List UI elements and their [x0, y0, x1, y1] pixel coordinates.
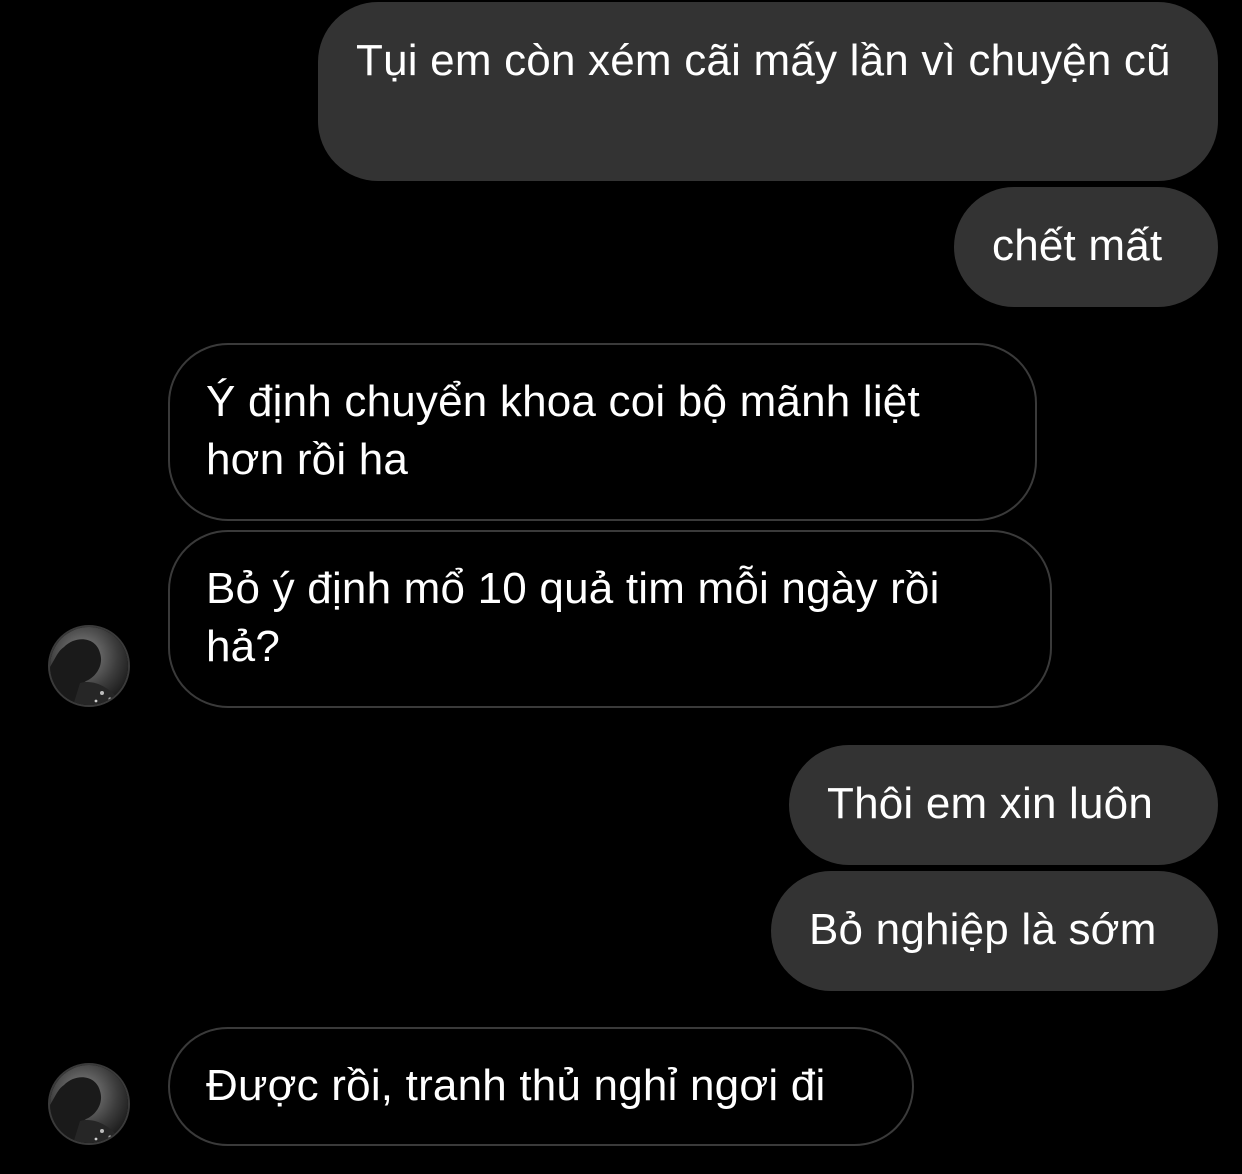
message-text: Bỏ nghiệp là sớm: [809, 905, 1157, 954]
received-message-bubble[interactable]: Ý định chuyển khoa coi bộ mãnh liệt hơn …: [168, 343, 1037, 521]
sent-message-bubble[interactable]: Thôi em xin luôn: [789, 745, 1218, 865]
contact-avatar[interactable]: [48, 625, 130, 707]
message-text: Tụi em còn xém cãi mấy lần vì chuyện cũ: [356, 36, 1171, 85]
message-text: chết mất: [992, 221, 1163, 270]
contact-avatar[interactable]: [48, 1063, 130, 1145]
sent-message-bubble[interactable]: chết mất: [954, 187, 1218, 307]
message-text: Được rồi, tranh thủ nghỉ ngơi đi: [206, 1061, 826, 1110]
message-text: Ý định chuyển khoa coi bộ mãnh liệt hơn …: [206, 377, 920, 484]
received-message-bubble[interactable]: Được rồi, tranh thủ nghỉ ngơi đi: [168, 1027, 914, 1146]
message-text: Bỏ ý định mổ 10 quả tim mỗi ngày rồi hả?: [206, 564, 940, 671]
message-text: Thôi em xin luôn: [827, 779, 1154, 828]
profile-photo-icon: [50, 627, 128, 705]
received-message-bubble[interactable]: Bỏ ý định mổ 10 quả tim mỗi ngày rồi hả?: [168, 530, 1052, 708]
sent-message-bubble[interactable]: Bỏ nghiệp là sớm: [771, 871, 1218, 991]
sent-message-bubble[interactable]: Tụi em còn xém cãi mấy lần vì chuyện cũ: [318, 2, 1218, 181]
profile-photo-icon: [50, 1065, 128, 1143]
